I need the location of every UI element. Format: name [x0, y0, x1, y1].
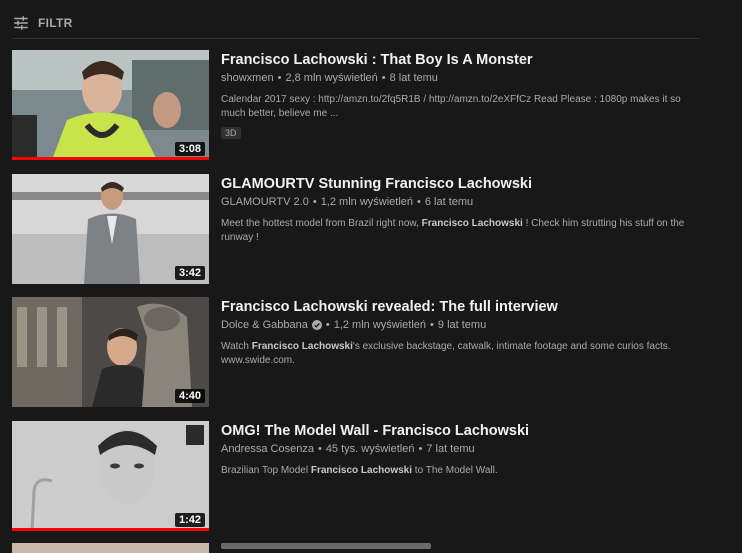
- video-duration: 3:08: [174, 142, 205, 156]
- channel-name[interactable]: GLAMOURTV 2.0: [221, 196, 309, 208]
- upload-age: 9 lat temu: [437, 319, 487, 331]
- verified-check-icon: [311, 320, 322, 330]
- video-duration: 1:42: [174, 512, 205, 527]
- video-title[interactable]: GLAMOURTV Stunning Francisco Lachowski: [221, 175, 701, 193]
- meta-separator: •: [417, 195, 421, 208]
- video-thumbnail[interactable]: 3:42: [12, 173, 209, 284]
- video-description: Meet the hottest model from Brazil right…: [221, 217, 701, 245]
- video-result[interactable]: 4:40 Francisco Lachowski revealed: The f…: [12, 297, 712, 421]
- video-meta: showxmen • 2,8 mln wyświetleń • 8 lat te…: [221, 72, 701, 84]
- channel-name[interactable]: Andressa Cosenza: [221, 443, 314, 455]
- video-thumbnail[interactable]: 1:42: [12, 420, 209, 531]
- description-line: runway !: [221, 231, 259, 243]
- upload-age: 6 lat temu: [424, 195, 474, 208]
- description-line: Meet the hottest model from Brazil right…: [221, 217, 685, 229]
- video-meta: GLAMOURTV 2.0 • 1,2 mln wyświetleń • 6 l…: [221, 196, 701, 208]
- video-result[interactable]: 1:42 OMG! The Model Wall - Francisco Lac…: [12, 420, 712, 545]
- search-results: 3:08 Francisco Lachowski : That Boy Is A…: [12, 50, 712, 544]
- search-term-highlight: Francisco Lachowski: [310, 464, 413, 476]
- filter-button[interactable]: FILTR: [12, 14, 73, 32]
- video-title[interactable]: Francisco Lachowski : That Boy Is A Mons…: [221, 51, 701, 69]
- sliders-icon: [14, 16, 28, 30]
- description-line: Watch Francisco Lachowski's exclusive ba…: [221, 341, 671, 352]
- video-info: Francisco Lachowski : That Boy Is A Mons…: [221, 50, 701, 174]
- watch-progress-fill: [12, 527, 209, 531]
- filter-bar: FILTR: [12, 8, 700, 39]
- view-count: 1,2 mln wyświetleń: [333, 319, 427, 331]
- watch-progress-bar: [12, 527, 209, 531]
- video-title[interactable]: Francisco Lachowski revealed: The full i…: [221, 298, 701, 316]
- video-title[interactable]: OMG! The Model Wall - Francisco Lachowsk…: [221, 422, 701, 440]
- video-meta: Dolce & Gabbana • 1,2 mln wyświetleń • 9…: [221, 319, 701, 331]
- video-description: Watch Francisco Lachowski's exclusive ba…: [221, 340, 701, 368]
- meta-separator: •: [430, 319, 434, 331]
- search-term-highlight: Francisco Lachowski: [421, 217, 523, 229]
- meta-separator: •: [277, 72, 282, 84]
- video-result[interactable]: 3:08 Francisco Lachowski : That Boy Is A…: [12, 50, 712, 174]
- meta-separator: •: [381, 72, 386, 84]
- video-info: OMG! The Model Wall - Francisco Lachowsk…: [221, 421, 701, 545]
- watch-progress-fill: [12, 157, 209, 160]
- description-line: Calendar 2017 sexy : http://amzn.to/2fq5…: [221, 94, 681, 105]
- meta-separator: •: [317, 442, 322, 455]
- view-count: 45 tys. wyświetleń: [325, 442, 415, 455]
- meta-separator: •: [312, 195, 317, 208]
- video-thumbnail[interactable]: 3:08: [12, 50, 209, 160]
- description-line: much better, believe me ...: [221, 108, 339, 119]
- search-term-highlight: Francisco Lachowski: [251, 341, 353, 352]
- view-count: 2,8 mln wyświetleń: [285, 72, 378, 84]
- meta-separator: •: [418, 442, 423, 455]
- channel-name[interactable]: showxmen: [221, 72, 274, 84]
- view-count: 1,2 mln wyświetleń: [320, 195, 414, 208]
- video-result[interactable]: 3:42 GLAMOURTV Stunning Francisco Lachow…: [12, 173, 712, 298]
- next-video-title[interactable]: [221, 543, 431, 549]
- video-thumbnail[interactable]: 4:40: [12, 297, 209, 407]
- watch-progress-bar: [12, 157, 209, 160]
- channel-name[interactable]: Dolce & Gabbana: [221, 319, 308, 331]
- description-line: www.swide.com.: [221, 355, 295, 366]
- video-duration: 4:40: [174, 389, 205, 403]
- video-description: Calendar 2017 sexy : http://amzn.to/2fq5…: [221, 93, 701, 121]
- upload-age: 7 lat temu: [426, 442, 475, 455]
- description-line: Brazilian Top Model Francisco Lachowski …: [221, 464, 498, 476]
- video-info: GLAMOURTV Stunning Francisco Lachowski G…: [221, 174, 701, 298]
- video-description: Brazilian Top Model Francisco Lachowski …: [221, 464, 701, 478]
- video-meta: Andressa Cosenza • 45 tys. wyświetleń • …: [221, 443, 701, 455]
- upload-age: 8 lat temu: [389, 72, 438, 84]
- next-video-thumbnail[interactable]: [12, 543, 209, 553]
- video-duration: 3:42: [174, 265, 205, 280]
- meta-separator: •: [325, 319, 330, 331]
- format-badge: 3D: [221, 127, 241, 139]
- filter-label: FILTR: [38, 16, 73, 30]
- video-info: Francisco Lachowski revealed: The full i…: [221, 297, 701, 421]
